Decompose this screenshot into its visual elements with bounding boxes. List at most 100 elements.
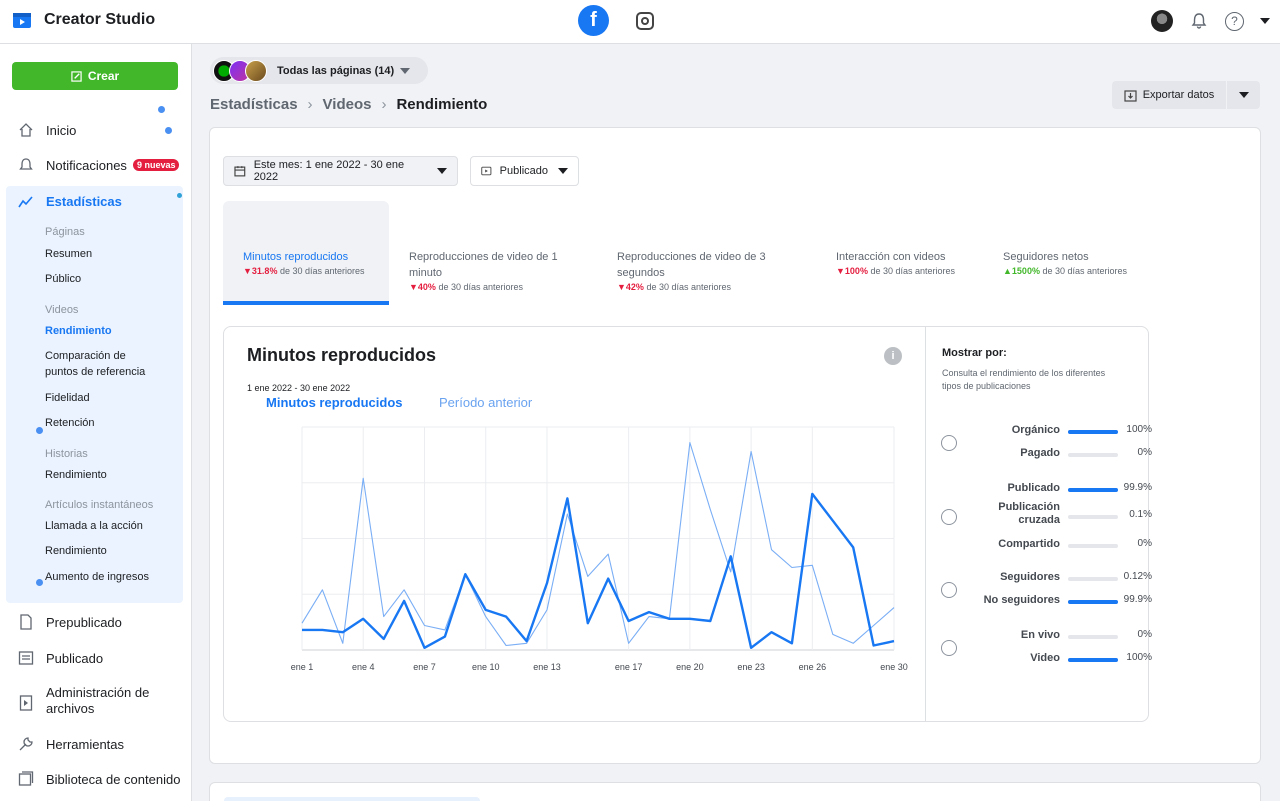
instagram-tab-icon[interactable] xyxy=(636,12,654,30)
status-filter[interactable]: Publicado xyxy=(470,156,579,186)
export-control: Exportar datos xyxy=(1112,81,1260,109)
group-label-historias: Historias xyxy=(45,448,88,460)
sidebar-item-administracion[interactable]: Administración de archivos xyxy=(0,685,192,729)
edit-icon xyxy=(71,70,82,82)
breakdown-radio[interactable] xyxy=(941,581,957,598)
breakdown-label: Publicación cruzada xyxy=(998,501,1060,526)
page-selector[interactable]: Todas las páginas (14) xyxy=(210,57,428,84)
sidebar-item-biblioteca[interactable]: Biblioteca de contenido xyxy=(0,764,192,794)
change-value: 1500% xyxy=(1011,266,1040,276)
create-button[interactable]: Crear xyxy=(12,62,178,90)
breadcrumb-item[interactable]: Estadísticas xyxy=(210,96,298,113)
sidebar-subitem-aumento[interactable]: Aumento de ingresos xyxy=(45,569,149,585)
tab-reproducciones-1-minuto[interactable]: Reproducciones de video de 1 minuto ▼40%… xyxy=(409,201,599,305)
change-value: 100% xyxy=(844,266,868,276)
change-suffix: de 30 días anteriores xyxy=(646,282,732,292)
sidebar-subitem-llamada[interactable]: Llamada a la acción xyxy=(45,518,143,534)
sidebar-subitem-fidelidad[interactable]: Fidelidad xyxy=(45,390,90,406)
sidebar-subitem-comparacion[interactable]: Comparación de puntos de referencia xyxy=(45,348,145,380)
statistics-section: Estadísticas Páginas Resumen Público Vid… xyxy=(6,186,183,603)
breakdown-bar-track xyxy=(1068,600,1118,604)
x-tick-label: ene 7 xyxy=(413,662,436,672)
performance-card: Este mes: 1 ene 2022 - 30 ene 2022 Publi… xyxy=(209,127,1261,764)
sidebar-subitem-resumen[interactable]: Resumen xyxy=(45,246,92,262)
breakdown-bar-fill xyxy=(1068,600,1118,604)
breakdown-bar-track xyxy=(1068,544,1118,548)
download-icon xyxy=(1124,89,1137,102)
help-icon[interactable]: ? xyxy=(1225,11,1244,31)
account-menu-caret-icon[interactable] xyxy=(1260,18,1270,24)
sidebar-subitem-publico[interactable]: Público xyxy=(45,271,81,287)
sidebar-item-notificaciones[interactable]: Notificaciones 9 nuevas xyxy=(0,150,192,180)
breakdown-radio[interactable] xyxy=(941,434,957,451)
sidebar-subitem-articulos-rendimiento[interactable]: Rendimiento xyxy=(45,543,107,559)
page-selector-label: Todas las páginas (14) xyxy=(277,64,395,77)
x-tick-label: ene 17 xyxy=(615,662,643,672)
chevron-down-icon xyxy=(1238,92,1249,98)
video-icon xyxy=(481,166,492,176)
chevron-right-icon: › xyxy=(307,96,313,113)
breadcrumb-item[interactable]: Videos xyxy=(323,96,372,113)
breakdown-percent: 99.9% xyxy=(1123,594,1152,605)
breakdown-bar-fill xyxy=(1068,430,1118,434)
bell-icon xyxy=(18,157,34,173)
tab-title: Interacción con videos xyxy=(836,251,946,263)
breakdown-bar-track xyxy=(1068,577,1118,581)
tab-change: ▼42% de 30 días anteriores xyxy=(617,282,766,292)
sidebar-item-label: archivos xyxy=(46,701,95,716)
sidebar-subitem-rendimiento[interactable]: Rendimiento xyxy=(45,323,112,339)
breakdown-bar-track xyxy=(1068,453,1118,457)
creator-studio-logo-icon xyxy=(13,13,31,28)
chevron-down-icon xyxy=(558,168,568,174)
sidebar-item-prepublicado[interactable]: Prepublicado xyxy=(0,607,192,637)
breakdown-percent: 0% xyxy=(1137,629,1152,640)
sidebar-subitem-retencion[interactable]: Retención xyxy=(45,415,95,431)
breakdown-radio[interactable] xyxy=(941,509,957,525)
breakdown-label: Publicado xyxy=(1007,482,1060,494)
brand[interactable]: Creator Studio xyxy=(12,10,155,30)
breakdown-bar-track xyxy=(1068,635,1118,639)
tab-title: Reproducciones de video de 1 xyxy=(409,251,558,263)
export-dropdown-button[interactable] xyxy=(1227,81,1260,109)
breakdown-label: En vivo xyxy=(1020,629,1060,641)
breakdown-row: En vivo 0% xyxy=(942,629,1152,649)
tab-minutos-reproducidos[interactable]: Minutos reproducidos ▼31.8% de 30 días a… xyxy=(223,201,389,305)
profile-avatar[interactable] xyxy=(1151,10,1173,32)
tab-title: Reproducciones de video de 3 xyxy=(617,251,766,263)
status-dot xyxy=(177,193,182,198)
export-button[interactable]: Exportar datos xyxy=(1112,81,1226,109)
sidebar-subitem-historias-rendimiento[interactable]: Rendimiento xyxy=(45,467,107,483)
breakdown-label: Video xyxy=(1030,652,1060,664)
x-tick-label: ene 1 xyxy=(291,662,314,672)
breakdown-bar-track xyxy=(1068,658,1118,662)
sidebar-item-estadisticas[interactable]: Estadísticas xyxy=(18,194,122,209)
tab-title: Minutos reproducidos xyxy=(243,251,349,263)
breakdown-bar-fill xyxy=(1068,488,1118,492)
facebook-tab-icon[interactable]: f xyxy=(578,5,609,36)
tab-change: ▼100% de 30 días anteriores xyxy=(836,266,955,276)
chevron-down-icon xyxy=(400,67,411,74)
show-by-title: Mostrar por: xyxy=(942,347,1007,359)
tab-interaccion[interactable]: Interacción con videos ▼100% de 30 días … xyxy=(836,201,986,305)
breakdown-percent: 99.9% xyxy=(1123,482,1152,493)
notification-dot xyxy=(158,106,165,113)
x-tick-label: ene 4 xyxy=(352,662,375,672)
sidebar-subitem-label: puntos de referencia xyxy=(45,366,146,378)
app-title: Creator Studio xyxy=(44,11,156,28)
breakdown-row: Publicado 99.9% xyxy=(942,482,1152,502)
breakdown-label: Orgánico xyxy=(1011,424,1060,436)
notification-dot xyxy=(36,579,43,586)
tab-seguidores-netos[interactable]: Seguidores netos ▲1500% de 30 días anter… xyxy=(1003,201,1153,305)
secondary-card xyxy=(209,782,1261,801)
x-tick-label: ene 26 xyxy=(799,662,827,672)
change-suffix: de 30 días anteriores xyxy=(438,282,524,292)
tab-reproducciones-3-segundos[interactable]: Reproducciones de video de 3 segundos ▼4… xyxy=(617,201,807,305)
breakdown-radio[interactable] xyxy=(941,639,957,656)
bell-icon[interactable] xyxy=(1189,11,1209,31)
breadcrumb-current: Rendimiento xyxy=(396,96,488,113)
sidebar-item-herramientas[interactable]: Herramientas xyxy=(0,729,192,759)
date-range-filter[interactable]: Este mes: 1 ene 2022 - 30 ene 2022 xyxy=(223,156,458,186)
sidebar-item-publicado[interactable]: Publicado xyxy=(0,643,192,673)
create-button-label: Crear xyxy=(87,69,120,83)
sidebar-item-inicio[interactable]: Inicio xyxy=(0,115,192,145)
